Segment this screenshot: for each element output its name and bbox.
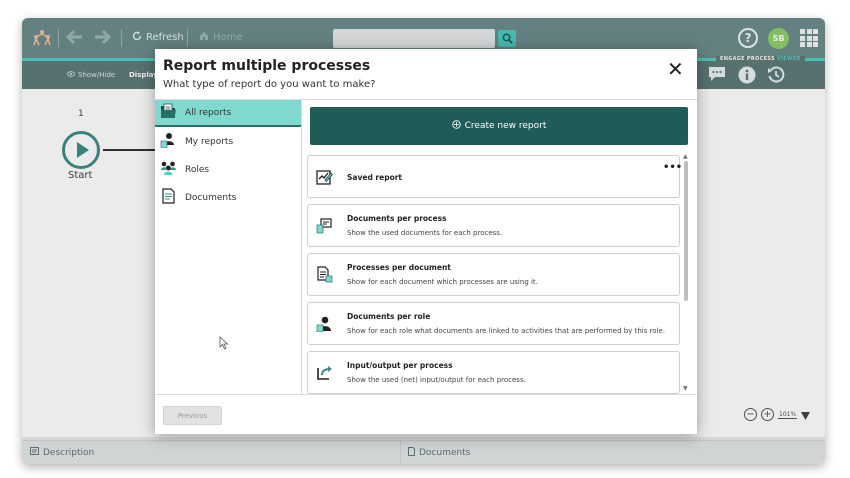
mouse-cursor-icon — [219, 335, 229, 354]
report-card-saved-report[interactable]: Saved report ••• — [307, 155, 682, 198]
create-new-report-button[interactable]: Create new report — [310, 107, 688, 145]
report-list-scrollbar[interactable]: ▲ ▼ — [683, 153, 689, 393]
documents-per-process-icon — [316, 217, 333, 238]
plus-circle-icon — [451, 120, 461, 132]
report-card-input-output-per-process[interactable]: Input/output per process Show the used (… — [307, 351, 680, 394]
menu-item-label: Roles — [185, 164, 210, 175]
report-card-processes-per-document[interactable]: Processes per document Show for each doc… — [307, 253, 680, 296]
dialog-footer-divider — [155, 394, 697, 395]
report-card-description: Show the used documents for each process… — [347, 229, 503, 237]
menu-item-documents[interactable]: Documents — [155, 184, 301, 211]
report-card-description: Show the used (net) input/output for eac… — [347, 376, 526, 384]
report-card-title: Processes per document — [347, 263, 451, 272]
roles-group-icon — [160, 160, 177, 179]
report-card-description: Show for each role what documents are li… — [347, 327, 666, 335]
report-card-title: Documents per role — [347, 312, 431, 321]
report-card-documents-per-role[interactable]: Documents per role Show for each role wh… — [307, 302, 680, 345]
report-card-title: Documents per process — [347, 214, 447, 223]
report-card-documents-per-process[interactable]: Documents per process Show the used docu… — [307, 204, 680, 247]
dialog-title: Report multiple processes — [163, 58, 371, 74]
close-icon[interactable]: ✕ — [667, 59, 684, 79]
documents-per-role-icon — [316, 315, 333, 336]
person-document-icon — [160, 132, 177, 151]
menu-item-label: Documents — [185, 192, 237, 203]
report-card-description: Show for each document which processes a… — [347, 278, 538, 286]
card-menu-icon[interactable]: ••• — [663, 162, 682, 173]
menu-item-label: My reports — [185, 136, 234, 147]
menu-item-my-reports[interactable]: My reports — [155, 128, 301, 155]
folder-report-icon — [160, 103, 177, 122]
report-card-title: Saved report — [347, 173, 403, 182]
saved-report-icon — [316, 168, 333, 189]
create-new-report-label: Create new report — [464, 121, 547, 131]
scroll-down-icon[interactable]: ▼ — [683, 385, 688, 392]
menu-item-roles[interactable]: Roles — [155, 156, 301, 183]
report-card-title: Input/output per process — [347, 361, 453, 370]
menu-item-all-reports[interactable]: All reports — [155, 100, 301, 127]
scrollbar-thumb[interactable] — [684, 161, 688, 301]
processes-per-document-icon — [316, 266, 333, 287]
document-icon — [160, 188, 177, 207]
report-category-menu: All reports My reports Roles Documents — [155, 100, 302, 394]
input-output-icon — [316, 364, 333, 385]
menu-item-label: All reports — [185, 107, 232, 118]
report-dialog: Report multiple processes What type of r… — [155, 49, 697, 434]
dialog-subtitle: What type of report do you want to make? — [163, 79, 376, 90]
scroll-up-icon[interactable]: ▲ — [683, 153, 688, 160]
previous-button[interactable]: Previous — [163, 406, 222, 425]
